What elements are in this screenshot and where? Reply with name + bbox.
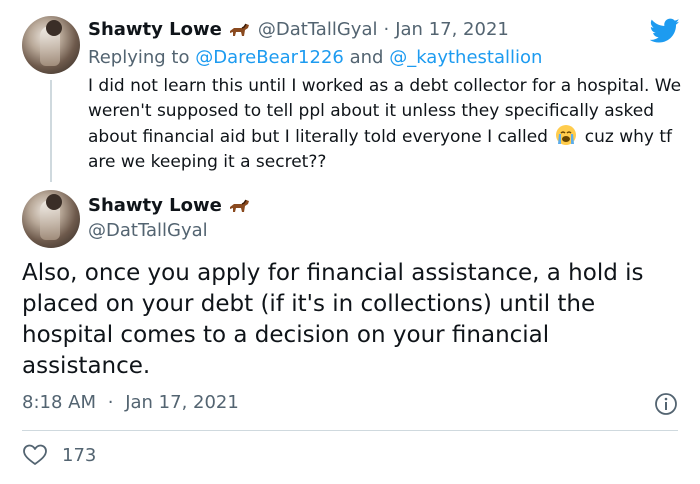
heart-icon[interactable] [22, 443, 48, 467]
separator-dot: · [383, 19, 390, 40]
separator-dot: · [107, 392, 114, 413]
display-name[interactable]: Shawty Lowe [88, 194, 222, 218]
mention-link[interactable]: @_kaythestallion [389, 47, 542, 68]
reply-author-row: Shawty Lowe @DatTallGyal · Jan 17, 2021 [88, 18, 509, 42]
like-count: 173 [62, 444, 97, 466]
horse-emoji-icon [229, 23, 249, 36]
display-name[interactable]: Shawty Lowe [88, 18, 222, 42]
horse-emoji-icon [229, 199, 249, 212]
tweet-timestamp[interactable]: 8:18 AM · Jan 17, 2021 [22, 391, 239, 415]
replying-to: Replying to @DareBear1226 and @_kaythest… [88, 46, 542, 70]
avatar[interactable] [22, 16, 80, 74]
main-tweet-text: Also, once you apply for financial assis… [22, 260, 644, 379]
handle[interactable]: @DatTallGyal [88, 219, 208, 243]
mention-joiner: and [349, 47, 384, 68]
tweet-date[interactable]: Jan 17, 2021 [395, 18, 509, 42]
handle[interactable]: @DatTallGyal [258, 18, 378, 42]
like-row[interactable]: 173 [22, 443, 96, 467]
mention-link[interactable]: @DareBear1226 [195, 47, 344, 68]
main-author-row: Shawty Lowe [88, 194, 258, 218]
avatar[interactable] [22, 190, 80, 248]
tweet-date[interactable]: Jan 17, 2021 [125, 392, 239, 413]
loudly-crying-face-icon [556, 125, 577, 145]
reply-tweet-text: I did not learn this until I worked as a… [88, 74, 688, 175]
divider [22, 430, 678, 431]
thread-line [50, 80, 52, 182]
twitter-bird-icon[interactable] [650, 18, 680, 44]
info-icon[interactable] [654, 392, 678, 416]
replying-prefix: Replying to [88, 47, 190, 68]
tweet-time[interactable]: 8:18 AM [22, 392, 96, 413]
